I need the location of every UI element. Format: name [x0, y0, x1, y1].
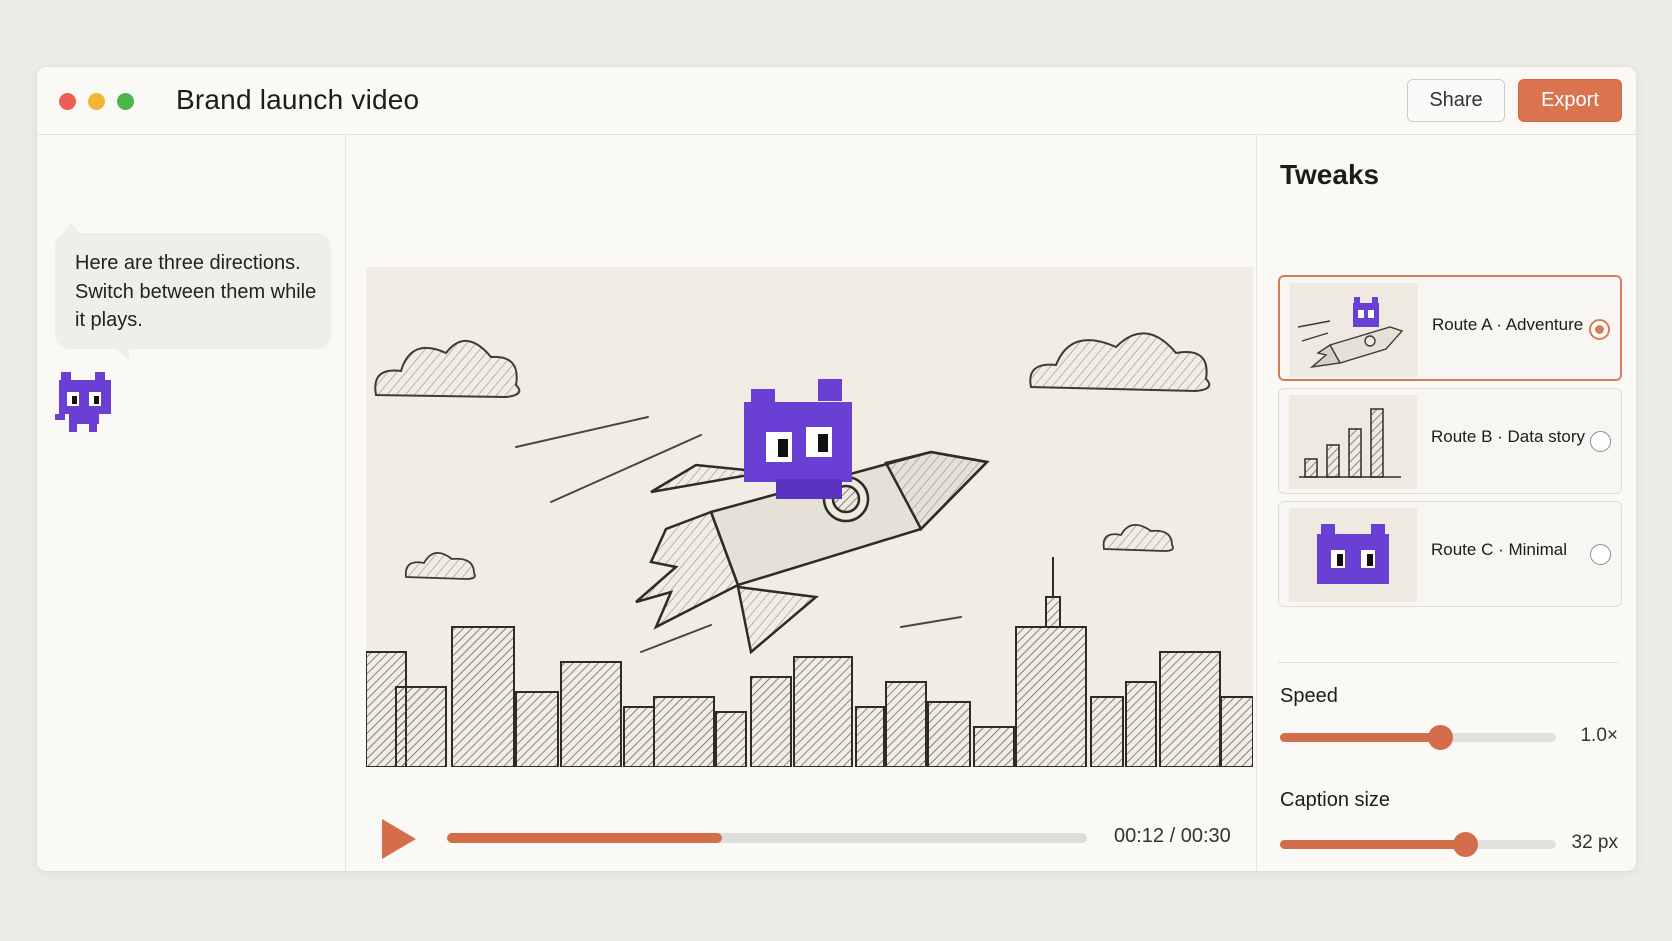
pixel-cat-icon [55, 372, 111, 432]
speed-slider[interactable] [1280, 725, 1556, 750]
caption-size-slider[interactable] [1280, 832, 1556, 857]
divider [1278, 662, 1619, 663]
bar-chart-thumbnail [1289, 395, 1417, 489]
chat-panel: Here are three directions. Switch betwee… [37, 135, 346, 871]
assistant-message: Here are three directions. Switch betwee… [55, 223, 331, 361]
timecode: 00:12 / 00:30 [1114, 825, 1231, 847]
play-icon[interactable] [378, 817, 418, 861]
sketch-rocket-illustration [366, 267, 1253, 767]
caption-size-label: Caption size [1280, 789, 1391, 811]
export-button[interactable]: Export [1518, 79, 1622, 122]
minimize-window-button[interactable] [88, 93, 105, 110]
tweaks-title: Tweaks [1280, 159, 1380, 190]
assistant-message-text: Here are three directions. Switch betwee… [75, 252, 317, 331]
title-bar: Brand launch video Share Export [37, 67, 1636, 135]
maximize-window-button[interactable] [117, 93, 134, 110]
playback-progress-bar[interactable] [447, 833, 1087, 843]
caption-size-slider-handle[interactable] [1452, 832, 1478, 857]
route-option-c[interactable]: Route C · Minimal [1278, 501, 1622, 607]
close-window-button[interactable] [59, 93, 76, 110]
route-a-label: Route A · Adventure [1432, 315, 1584, 334]
speed-value: 1.0× [1580, 725, 1618, 746]
rocket-cat-thumbnail [1290, 283, 1418, 377]
tweaks-panel: Tweaks Route A · Adventure Route B · Dat… [1256, 135, 1636, 871]
route-b-label: Route B · Data story [1431, 427, 1586, 446]
route-c-label: Route C · Minimal [1431, 540, 1568, 559]
speed-slider-handle[interactable] [1428, 725, 1454, 750]
route-option-a[interactable]: Route A · Adventure [1278, 275, 1622, 381]
playback-progress-fill [447, 833, 723, 843]
video-preview[interactable] [366, 267, 1253, 767]
cat-face-thumbnail [1289, 508, 1417, 602]
route-b-radio[interactable] [1590, 431, 1611, 452]
video-panel: 00:12 / 00:30 [346, 135, 1256, 871]
speed-slider-fill [1280, 733, 1441, 742]
route-option-b[interactable]: Route B · Data story [1278, 388, 1622, 494]
app-window: Brand launch video Share Export Here are… [36, 66, 1637, 872]
speed-label: Speed [1280, 685, 1338, 707]
page-title: Brand launch video [176, 84, 420, 115]
caption-size-value: 32 px [1571, 832, 1618, 853]
caption-size-slider-fill [1280, 840, 1465, 849]
route-c-radio[interactable] [1590, 544, 1611, 565]
route-a-radio[interactable] [1589, 319, 1610, 340]
share-button[interactable]: Share [1407, 79, 1505, 122]
